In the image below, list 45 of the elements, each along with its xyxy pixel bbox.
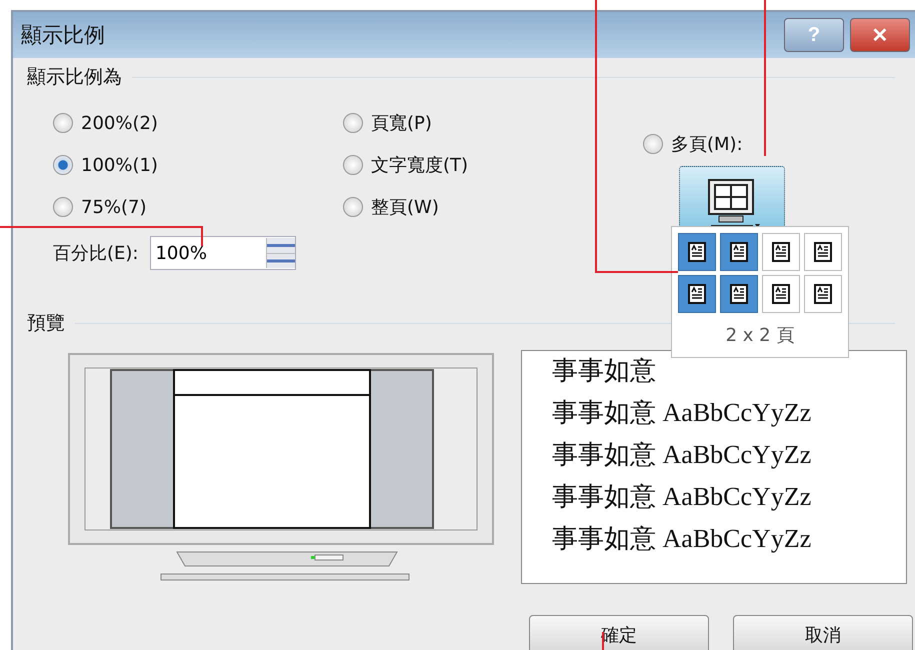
page-icon <box>812 241 834 263</box>
page-cell[interactable] <box>804 275 842 313</box>
radio-label: 頁寬(P) <box>371 112 432 135</box>
page-cell[interactable] <box>678 275 716 313</box>
sample-text: 事事如意 AaBbCcYyZz <box>552 523 812 555</box>
radio-button[interactable] <box>343 155 363 175</box>
pages-caption: 2 x 2 頁 <box>726 324 794 347</box>
percent-field[interactable]: 100% <box>150 236 296 270</box>
close-button[interactable]: ✕ <box>850 18 910 52</box>
radio-button[interactable] <box>53 197 73 217</box>
spin-arrows-icon[interactable] <box>266 238 296 268</box>
page-icon <box>686 241 708 263</box>
radio-button[interactable] <box>643 134 663 154</box>
group-heading: 顯示比例為 <box>27 65 122 90</box>
radio-label: 文字寬度(T) <box>371 154 468 177</box>
page-cell[interactable] <box>678 233 716 271</box>
sample-text: 事事如意 AaBbCcYyZz <box>552 397 812 429</box>
radio-button[interactable] <box>53 113 73 133</box>
radio-button[interactable] <box>53 155 73 175</box>
radio-label: 整頁(W) <box>371 196 439 219</box>
window-title: 顯示比例 <box>21 22 105 49</box>
sample-text: 事事如意 AaBbCcYyZz <box>552 481 812 513</box>
radio-button[interactable] <box>343 197 363 217</box>
percent-label: 百分比(E): <box>53 242 138 265</box>
radio-label: 75%(7) <box>81 196 147 218</box>
radio-button[interactable] <box>343 113 363 133</box>
group-heading: 預覽 <box>27 311 65 336</box>
page-icon <box>686 283 708 305</box>
page-cell[interactable] <box>720 233 758 271</box>
sample-text: 事事如意 <box>552 355 657 387</box>
radio-label: 200%(2) <box>81 112 158 134</box>
page-cell[interactable] <box>720 275 758 313</box>
radio-label: 100%(1) <box>81 154 158 176</box>
cancel-button[interactable]: 取消 <box>733 615 913 650</box>
page-cell[interactable] <box>804 233 842 271</box>
page-icon <box>728 283 750 305</box>
page-cell[interactable] <box>762 233 800 271</box>
page-icon <box>728 241 750 263</box>
radio-label: 多頁(M): <box>671 133 743 156</box>
page-cell[interactable] <box>762 275 800 313</box>
page-icon <box>770 283 792 305</box>
page-icon <box>770 241 792 263</box>
page-icon <box>812 283 834 305</box>
leader-line <box>602 632 604 650</box>
sample-text: 事事如意 AaBbCcYyZz <box>552 439 812 471</box>
